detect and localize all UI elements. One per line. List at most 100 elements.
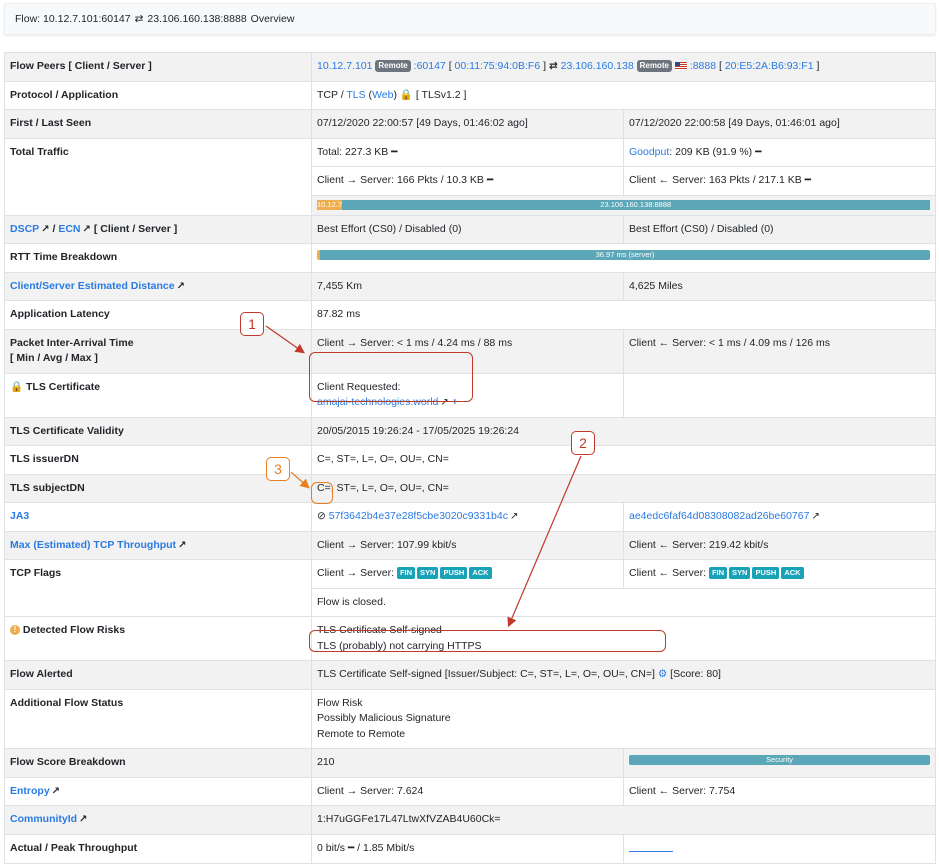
risks-label: ! Detected Flow Risks: [4, 616, 312, 661]
distance-link[interactable]: Client/Server Estimated Distance: [10, 280, 175, 292]
row-label: Flow Peers [ Client / Server ]: [4, 52, 312, 82]
external-link-icon[interactable]: ↗: [510, 509, 518, 525]
flag-badge: FIN: [708, 567, 728, 580]
throughput-label: Max (Estimated) TCP Throughput ↗: [4, 530, 312, 560]
ja3-label: JA3: [4, 502, 312, 532]
throughput-c2s: Client → Server: 107.99 kbit/s: [311, 530, 624, 560]
table-row: RTT Time Breakdown 36.97 ms (server): [4, 243, 936, 273]
web-link[interactable]: Web: [372, 89, 393, 101]
table-row: JA3 ⊘ 57f3642b4e37e28f5cbe3020c9331b4c ↗ …: [4, 502, 936, 532]
flags-s2c: Client ← Server: FIN SYN PUSH ACK: [623, 559, 936, 589]
flow-destination: 23.106.160.138:8888: [147, 13, 247, 25]
server-ip-link[interactable]: 23.106.160.138: [561, 60, 634, 72]
throughput-link[interactable]: Max (Estimated) TCP Throughput: [10, 539, 176, 551]
table-row: DSCP ↗ / ECN ↗ [ Client / Server ] Best Ef…: [4, 214, 936, 244]
total-traffic: Total: 227.3 KB ━: [311, 137, 624, 167]
server-port-link[interactable]: :8888: [690, 60, 716, 72]
distance-km: 7,455 Km: [311, 271, 624, 301]
sparkline-cell: [623, 833, 936, 864]
table-row: Client/Server Estimated Distance ↗ 7,455 …: [4, 271, 936, 301]
external-link-icon[interactable]: ↗: [177, 279, 185, 295]
us-flag-icon: [674, 62, 687, 71]
flag-badge: SYN: [729, 567, 751, 580]
distance-miles: 4,625 Miles: [623, 271, 936, 301]
actual-value: 0 bit/s ━ / 1.85 Mbit/s: [311, 833, 624, 864]
table-row: Additional Flow Status Flow Risk Possibly…: [4, 688, 936, 749]
table-row: Total Traffic Total: 227.3 KB ━ Goodput:…: [4, 137, 936, 216]
client-mac-link[interactable]: 00:11:75:94:0B:F6: [455, 60, 541, 72]
table-row: Protocol / Application TCP / TLS (Web) 🔒…: [4, 80, 936, 110]
external-link-icon[interactable]: ↗: [178, 538, 186, 554]
dscp-link[interactable]: DSCP: [10, 223, 39, 235]
external-link-icon[interactable]: ↗: [83, 222, 91, 238]
table-row: Actual / Peak Throughput 0 bit/s ━ / 1.8…: [4, 833, 936, 864]
annotation-number: 2: [571, 431, 595, 455]
bar-client: 10.12.7.1: [317, 199, 342, 210]
flag-badge: SYN: [417, 567, 439, 580]
tab-overview[interactable]: Overview: [251, 13, 295, 25]
dscp-client: Best Effort (CS0) / Disabled (0): [311, 214, 624, 244]
ja3-client: ⊘ 57f3642b4e37e28f5cbe3020c9331b4c ↗: [311, 502, 624, 532]
external-link-icon[interactable]: ↗: [41, 222, 49, 238]
flag-badge: PUSH: [440, 567, 468, 580]
flags-c2s-prefix: Client → Server:: [317, 567, 395, 579]
goodput-link[interactable]: Goodput: [629, 146, 669, 158]
external-link-icon[interactable]: ↗: [79, 812, 87, 828]
annotation-number: 3: [266, 457, 290, 481]
tls-cert-label: 🔒 TLS Certificate: [4, 372, 312, 418]
last-seen: 07/12/2020 22:00:58 [49 Days, 01:46:01 a…: [623, 109, 936, 139]
table-row: Flow Peers [ Client / Server ] 10.12.7.1…: [4, 52, 936, 82]
ja3-link[interactable]: JA3: [10, 510, 29, 522]
alert-text: TLS Certificate Self-signed [Issuer/Subj…: [317, 668, 655, 680]
bar-server: 23.106.160.138:8888: [341, 199, 930, 210]
external-link-icon[interactable]: ↗: [811, 509, 819, 525]
status-item: Flow Risk: [317, 696, 363, 709]
blocked-icon[interactable]: ⊘: [317, 510, 326, 522]
row-label: Flow Score Breakdown: [4, 748, 312, 778]
score-value: 210: [311, 748, 624, 778]
bidirectional-arrow-icon: ⇄: [548, 60, 558, 72]
risks-label-text: Detected Flow Risks: [22, 624, 126, 636]
throughput-s2c: Client ← Server: 219.42 kbit/s: [623, 530, 936, 560]
goodput-value: : 209 KB (91.9 %) ━: [669, 145, 762, 158]
client-port-link[interactable]: :60147: [414, 60, 446, 72]
ja3-server-link[interactable]: ae4edc6faf64d08308082ad26be60767: [629, 510, 809, 522]
s2c-packets: Client ← Server: 163 Pkts / 217.1 KB ━: [623, 166, 936, 196]
c2s-packets: Client → Server: 166 Pkts / 10.3 KB ━: [311, 166, 624, 196]
flag-badge: FIN: [396, 567, 416, 580]
community-link[interactable]: CommunityId: [10, 813, 77, 825]
gear-icon[interactable]: ⚙: [658, 668, 667, 680]
subject-value: C=, ST=, L=, O=, OU=, CN=: [311, 473, 936, 503]
client-ip-link[interactable]: 10.12.7.101: [317, 60, 372, 72]
entropy-c2s: Client → Server: 7.624: [311, 776, 624, 806]
row-label: TLS Certificate Validity: [4, 416, 312, 446]
tls-link[interactable]: TLS: [346, 89, 365, 101]
annotation-number: 1: [240, 312, 264, 336]
status-value: Flow Risk Possibly Malicious Signature Rem…: [311, 688, 936, 749]
table-row: First / Last Seen 07/12/2020 22:00:57 [4…: [4, 109, 936, 139]
empty-cell: [623, 372, 936, 418]
dscp-ecn-label: DSCP ↗ / ECN ↗ [ Client / Server ]: [4, 214, 312, 244]
goodput: Goodput: 209 KB (91.9 %) ━: [623, 137, 936, 167]
latency-value: 87.82 ms: [311, 300, 936, 330]
dscp-server: Best Effort (CS0) / Disabled (0): [623, 214, 936, 244]
server-mac-link[interactable]: 20:E5:2A:B6:93:F1: [725, 60, 814, 72]
ecn-link[interactable]: ECN: [58, 223, 80, 235]
entropy-link[interactable]: Entropy: [10, 785, 50, 797]
flag-badge: ACK: [781, 567, 804, 580]
table-row: TLS subjectDN C=, ST=, L=, O=, OU=, CN=: [4, 473, 936, 503]
iat-s2c: Client ← Server: < 1 ms / 4.09 ms / 126 …: [623, 328, 936, 374]
entropy-s2c: Client ← Server: 7.754: [623, 776, 936, 806]
alert-highlight-box: [309, 630, 666, 652]
tls-version: [ TLSv1.2 ]: [415, 88, 467, 101]
iat-label: Packet Inter-Arrival Time [ Min / Avg / M…: [4, 328, 312, 374]
entropy-label: Entropy ↗: [4, 776, 312, 806]
score-bar-cell: Security: [623, 748, 936, 778]
external-link-icon[interactable]: ↗: [52, 784, 60, 800]
security-bar: Security: [629, 755, 930, 765]
rtt-bar-cell: 36.97 ms (server): [311, 243, 936, 273]
distance-label: Client/Server Estimated Distance ↗: [4, 271, 312, 301]
alerted-value: TLS Certificate Self-signed [Issuer/Subj…: [311, 660, 936, 690]
ja3-client-link[interactable]: 57f3642b4e37e28f5cbe3020c9331b4c: [329, 510, 508, 522]
row-label: First / Last Seen: [4, 109, 312, 139]
